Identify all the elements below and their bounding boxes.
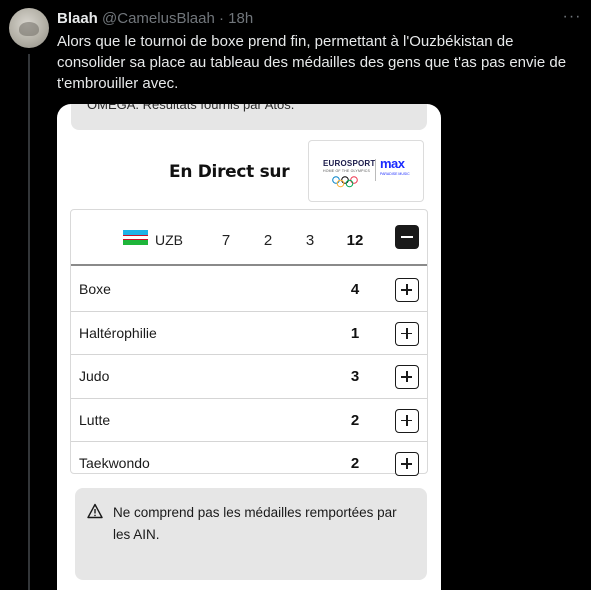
expand-button[interactable] [395, 408, 419, 433]
sport-name: Lutte [79, 411, 111, 428]
silver-count: 2 [263, 232, 273, 249]
broadcaster-logo: EUROSPORT HOME OF THE OLYMPICS max PARAD… [308, 140, 424, 202]
sport-count: 3 [350, 368, 360, 385]
tweet-text: Alors que le tournoi de boxe prend fin, … [57, 33, 567, 92]
sport-name: Judo [79, 368, 110, 384]
uzbekistan-flag-icon [123, 230, 148, 247]
warning-icon [87, 503, 103, 519]
expand-button[interactable] [395, 365, 419, 389]
separator: · [218, 10, 224, 27]
max-logo-subtext: PARADISE MUSIC [380, 172, 410, 176]
olympic-rings-icon [332, 176, 358, 188]
expand-button[interactable] [395, 452, 419, 476]
more-horizontal-icon[interactable]: ··· [560, 8, 584, 28]
sport-row-judo: Judo 3 [71, 355, 427, 399]
tweet-header: Blaah @CamelusBlaah · 18h [57, 10, 253, 28]
collapse-button[interactable] [395, 225, 419, 249]
avatar[interactable] [9, 8, 49, 48]
sport-row-lutte: Lutte 2 [71, 399, 427, 442]
bronze-count: 3 [305, 232, 315, 249]
max-logo-text: max [380, 156, 405, 171]
medal-table: UZB 7 2 3 12 Boxe 4 Haltérophilie 1 Judo… [70, 209, 428, 476]
sport-row-taekwondo: Taekwondo 2 [71, 442, 427, 486]
sport-count: 1 [350, 324, 360, 342]
author-name[interactable]: Blaah [57, 10, 98, 27]
sport-count: 2 [350, 455, 360, 472]
country-row: UZB 7 2 3 12 [71, 210, 427, 266]
notice-text: Ne comprend pas les médailles remportées… [113, 505, 397, 542]
country-code: UZB [155, 232, 183, 248]
sport-row-boxe: Boxe 4 [71, 268, 427, 312]
gold-count: 7 [221, 232, 231, 249]
sport-row-halterophilie: Haltérophilie 1 [71, 312, 427, 355]
sport-count: 4 [350, 281, 360, 298]
eurosport-logo-subtext: HOME OF THE OLYMPICS [323, 169, 371, 173]
eurosport-logo-text: EUROSPORT [323, 159, 376, 168]
sport-count: 2 [350, 411, 360, 429]
sport-name: Boxe [79, 281, 111, 297]
thread-line [28, 54, 30, 590]
notice-box: Ne comprend pas les médailles remportées… [75, 488, 427, 580]
tweet-time[interactable]: 18h [228, 10, 253, 27]
live-label: En Direct sur [169, 162, 290, 182]
top-info-text: OMEGA. Résultats fournis par Atos. [87, 104, 295, 112]
author-handle[interactable]: @CamelusBlaah [102, 10, 215, 27]
sport-name: Taekwondo [79, 455, 150, 471]
expand-button[interactable] [395, 278, 419, 302]
sport-name: Haltérophilie [79, 324, 157, 341]
expand-button[interactable] [395, 321, 419, 346]
logo-separator [375, 159, 376, 181]
embedded-image[interactable]: OMEGA. Résultats fournis par Atos. En Di… [57, 104, 441, 590]
total-count: 12 [346, 232, 364, 249]
